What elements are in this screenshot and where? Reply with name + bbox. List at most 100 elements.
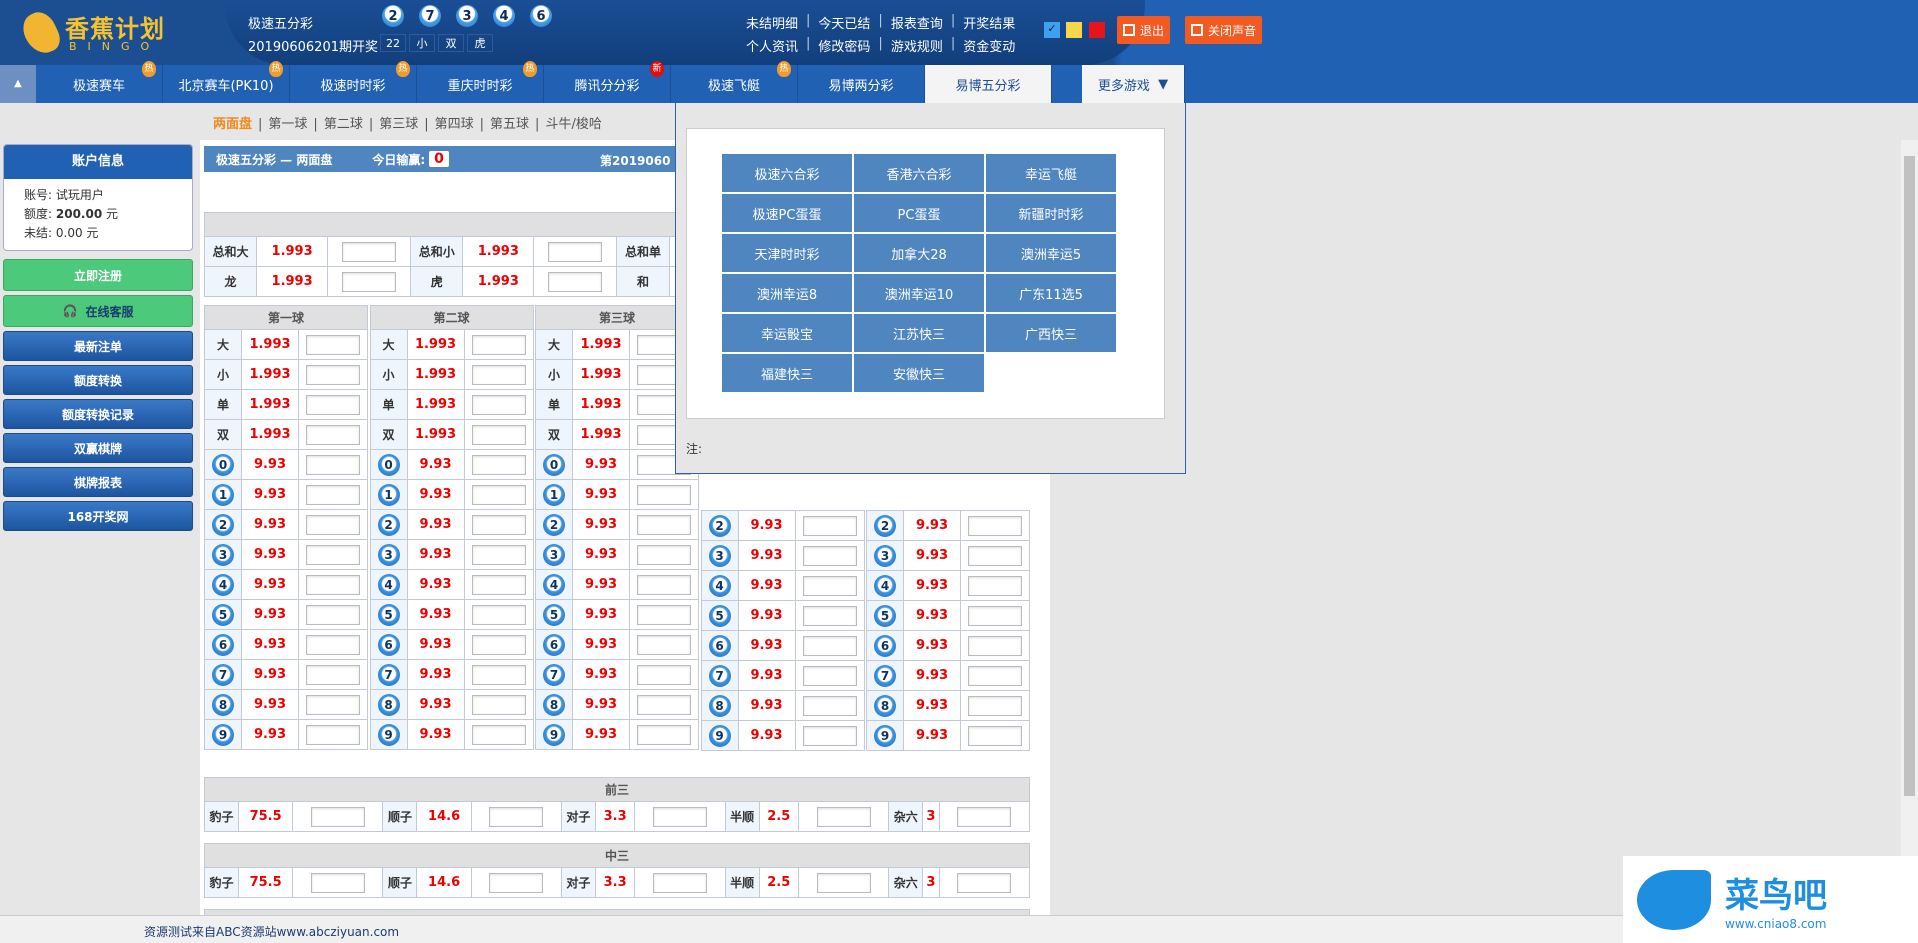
mute-button[interactable]: 关闭声音 xyxy=(1185,16,1262,44)
online-service-button[interactable]: 🎧在线客服 xyxy=(3,295,193,327)
bet-input[interactable] xyxy=(342,242,396,262)
bet-input[interactable] xyxy=(306,395,360,415)
bet-input[interactable] xyxy=(306,425,360,445)
bet-input[interactable] xyxy=(472,425,526,445)
bet-input[interactable] xyxy=(472,575,526,595)
more-game-item[interactable]: 加拿大28 xyxy=(854,234,984,272)
bet-input[interactable] xyxy=(548,272,602,292)
bet-input[interactable] xyxy=(803,696,857,716)
tab-1[interactable]: 北京赛车(PK10)热 xyxy=(163,65,290,103)
bet-input[interactable] xyxy=(306,365,360,385)
bet-input[interactable] xyxy=(637,695,691,715)
logo[interactable]: 香蕉计划 BINGO xyxy=(25,6,165,58)
bet-input[interactable] xyxy=(306,515,360,535)
tab-2[interactable]: 极速时时彩热 xyxy=(290,65,417,103)
bet-input[interactable] xyxy=(803,546,857,566)
more-game-item[interactable]: 香港六合彩 xyxy=(854,154,984,192)
bet-input[interactable] xyxy=(653,807,707,827)
sidebar-item[interactable]: 168开奖网 xyxy=(3,501,193,531)
bet-input[interactable] xyxy=(637,575,691,595)
sidebar-item[interactable]: 额度转换 xyxy=(3,365,193,395)
bet-input[interactable] xyxy=(803,606,857,626)
bet-input[interactable] xyxy=(803,636,857,656)
link-draw-results[interactable]: 开奖结果 xyxy=(963,13,1015,32)
subtab-5[interactable]: 第五球 xyxy=(490,117,529,132)
link-today-settled[interactable]: 今天已结 xyxy=(818,13,870,32)
sidebar-item[interactable]: 额度转换记录 xyxy=(3,399,193,429)
bet-input[interactable] xyxy=(637,485,691,505)
bet-input[interactable] xyxy=(803,576,857,596)
more-games-button[interactable]: 更多游戏 ▼ xyxy=(1081,65,1185,103)
subtab-6[interactable]: 斗牛/梭哈 xyxy=(545,117,601,132)
theme-red-swatch[interactable] xyxy=(1089,22,1105,38)
bet-input[interactable] xyxy=(817,807,871,827)
bet-input[interactable] xyxy=(306,545,360,565)
bet-input[interactable] xyxy=(472,545,526,565)
scrollbar-thumb[interactable] xyxy=(1904,156,1915,796)
link-game-rules[interactable]: 游戏规则 xyxy=(891,36,943,55)
link-change-password[interactable]: 修改密码 xyxy=(818,36,870,55)
subtab-1[interactable]: 第一球 xyxy=(268,117,307,132)
bet-input[interactable] xyxy=(637,545,691,565)
more-game-item[interactable]: 天津时时彩 xyxy=(722,234,852,272)
subtab-2[interactable]: 第二球 xyxy=(324,117,363,132)
bet-input[interactable] xyxy=(472,725,526,745)
bet-input[interactable] xyxy=(472,335,526,355)
bet-input[interactable] xyxy=(548,242,602,262)
tab-4[interactable]: 腾讯分分彩新 xyxy=(544,65,671,103)
bet-input[interactable] xyxy=(489,807,543,827)
more-game-item[interactable]: 福建快三 xyxy=(722,354,852,392)
tab-6[interactable]: 易博两分彩 xyxy=(798,65,925,103)
link-unsettled[interactable]: 未结明细 xyxy=(746,13,798,32)
bet-input[interactable] xyxy=(472,485,526,505)
tab-7[interactable]: 易博五分彩 xyxy=(925,65,1052,103)
bet-input[interactable] xyxy=(968,606,1022,626)
bet-input[interactable] xyxy=(957,873,1011,893)
bet-input[interactable] xyxy=(637,605,691,625)
bet-input[interactable] xyxy=(968,636,1022,656)
bet-input[interactable] xyxy=(637,635,691,655)
subtab-3[interactable]: 第三球 xyxy=(379,117,418,132)
more-game-item[interactable]: PC蛋蛋 xyxy=(854,194,984,232)
bet-input[interactable] xyxy=(472,695,526,715)
link-reports[interactable]: 报表查询 xyxy=(891,13,943,32)
register-button[interactable]: 立即注册 xyxy=(3,259,193,291)
bet-input[interactable] xyxy=(472,515,526,535)
bet-input[interactable] xyxy=(306,605,360,625)
bet-input[interactable] xyxy=(968,696,1022,716)
bet-input[interactable] xyxy=(637,665,691,685)
more-game-item[interactable]: 广东11选5 xyxy=(986,274,1116,312)
more-game-item[interactable]: 新疆时时彩 xyxy=(986,194,1116,232)
bet-input[interactable] xyxy=(637,725,691,745)
bet-input[interactable] xyxy=(306,635,360,655)
more-game-item[interactable]: 澳洲幸运8 xyxy=(722,274,852,312)
tab-5[interactable]: 极速飞艇热 xyxy=(671,65,798,103)
more-game-item[interactable]: 澳洲幸运10 xyxy=(854,274,984,312)
tab-3[interactable]: 重庆时时彩热 xyxy=(417,65,544,103)
bet-input[interactable] xyxy=(968,726,1022,746)
more-game-item[interactable]: 极速PC蛋蛋 xyxy=(722,194,852,232)
bet-input[interactable] xyxy=(489,873,543,893)
bet-input[interactable] xyxy=(306,455,360,475)
more-game-item[interactable]: 江苏快三 xyxy=(854,314,984,352)
more-game-item[interactable]: 幸运骰宝 xyxy=(722,314,852,352)
theme-yellow-swatch[interactable] xyxy=(1066,22,1082,38)
bet-input[interactable] xyxy=(342,272,396,292)
bet-input[interactable] xyxy=(968,576,1022,596)
bet-input[interactable] xyxy=(472,605,526,625)
bet-input[interactable] xyxy=(637,515,691,535)
bet-input[interactable] xyxy=(817,873,871,893)
more-game-item[interactable]: 安徽快三 xyxy=(854,354,984,392)
collapse-up-icon[interactable]: ▲ xyxy=(0,65,36,103)
bet-input[interactable] xyxy=(306,335,360,355)
tab-0[interactable]: 极速赛车热 xyxy=(36,65,163,103)
more-game-item[interactable]: 幸运飞艇 xyxy=(986,154,1116,192)
bet-input[interactable] xyxy=(311,873,365,893)
subtab-0[interactable]: 两面盘 xyxy=(213,117,252,132)
bet-input[interactable] xyxy=(803,516,857,536)
sidebar-item[interactable]: 双赢棋牌 xyxy=(3,433,193,463)
bet-input[interactable] xyxy=(306,485,360,505)
bet-input[interactable] xyxy=(472,395,526,415)
bet-input[interactable] xyxy=(306,695,360,715)
logout-button[interactable]: 退出 xyxy=(1117,16,1170,44)
